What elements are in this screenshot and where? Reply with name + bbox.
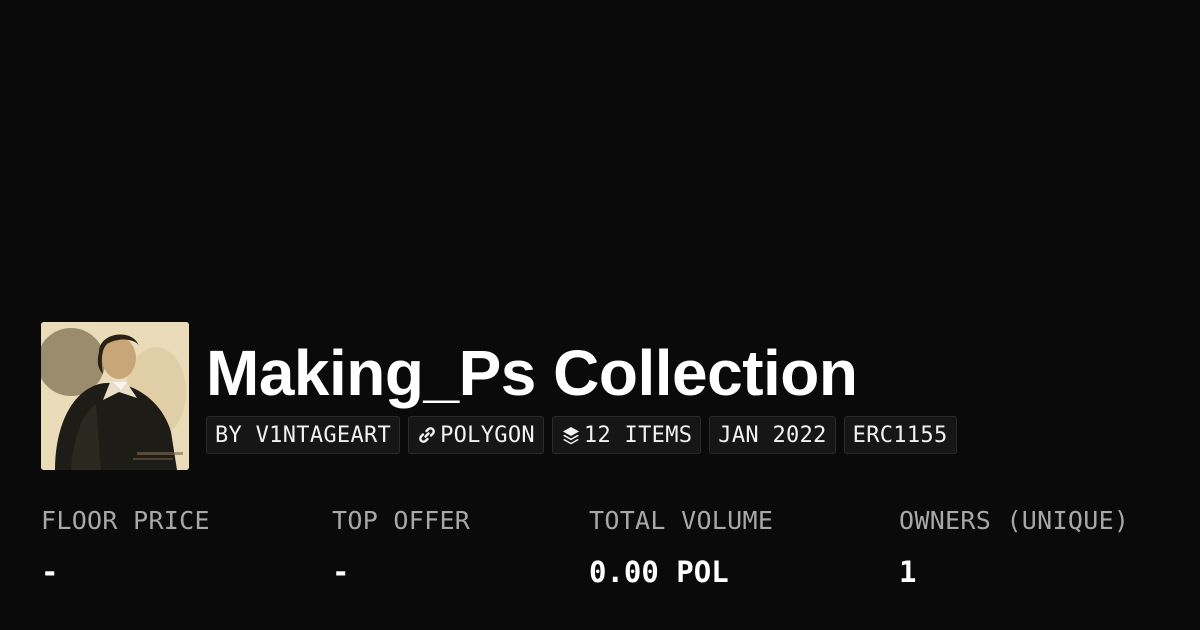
stat-floor-price: FLOOR PRICE - (41, 504, 210, 590)
portrait-image (41, 322, 189, 470)
standard-badge-label: ERC1155 (852, 422, 948, 448)
standard-badge: ERC1155 (843, 416, 957, 454)
items-badge-label: 12 ITEMS (583, 422, 693, 448)
chain-badge-label: POLYGON (440, 422, 535, 448)
collection-badges: BY V1NTAGEART POLYGON 12 ITEMS JAN 2022 (206, 416, 957, 454)
stat-label: FLOOR PRICE (41, 506, 210, 535)
stat-value: - (41, 555, 59, 589)
creator-badge-label: BY V1NTAGEART (215, 422, 392, 448)
creator-badge[interactable]: BY V1NTAGEART (206, 416, 401, 454)
items-badge[interactable]: 12 ITEMS (551, 416, 702, 454)
date-badge: JAN 2022 (709, 416, 836, 454)
stat-total-volume: TOTAL VOLUME 0.00 POL (589, 504, 773, 590)
stat-top-offer: TOP OFFER - (332, 504, 470, 590)
chain-badge[interactable]: POLYGON (408, 416, 544, 454)
collection-avatar (41, 322, 189, 470)
stat-value: 1 (899, 555, 917, 589)
link-icon (417, 425, 437, 445)
layers-icon (561, 425, 581, 445)
stat-label: OWNERS (UNIQUE) (899, 506, 1130, 535)
stat-label: TOP OFFER (332, 506, 471, 535)
stat-value: 0.00 POL (589, 555, 729, 589)
stat-label: TOTAL VOLUME (589, 506, 774, 535)
collection-title: Making_Ps Collection (206, 337, 858, 409)
date-badge-label: JAN 2022 (718, 422, 827, 448)
stat-owners: OWNERS (UNIQUE) 1 (899, 504, 1129, 590)
stat-value: - (332, 555, 350, 589)
